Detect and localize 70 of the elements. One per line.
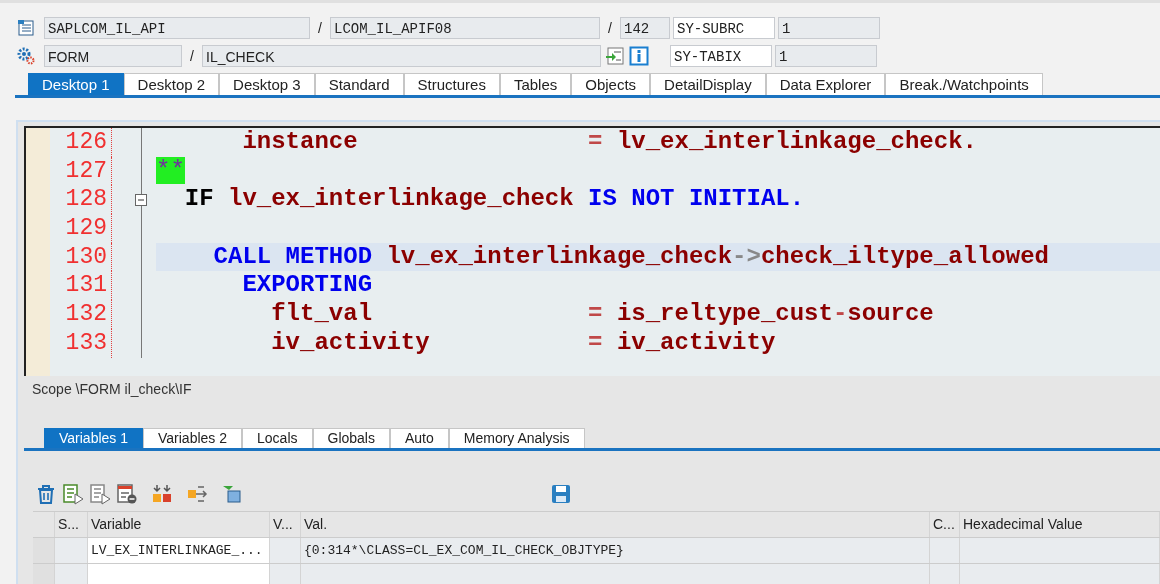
- code-token: iv_activity: [615, 328, 776, 356]
- gear-icon: [17, 47, 35, 65]
- sysfield-name[interactable]: SY-SUBRC: [673, 17, 775, 39]
- code-token: =: [587, 128, 603, 155]
- merge-icon[interactable]: [151, 483, 173, 505]
- code-token: lv_ex_interlinkage_check.: [615, 128, 977, 155]
- tab[interactable]: Break./Watchpoints: [885, 73, 1043, 95]
- column-header[interactable]: C...: [930, 512, 960, 537]
- scope-label: Scope \FORM il_check\IF: [31, 380, 193, 399]
- sysfield-value[interactable]: 1: [775, 45, 877, 67]
- code-token: =: [587, 300, 603, 328]
- tab[interactable]: DetailDisplay: [650, 73, 766, 95]
- tab[interactable]: Memory Analysis: [448, 428, 585, 448]
- event-type-field[interactable]: FORM: [44, 45, 182, 67]
- code-token: source: [847, 300, 934, 328]
- code-token: =: [587, 328, 603, 356]
- column-header[interactable]: S...: [55, 512, 88, 537]
- tab[interactable]: Standard: [314, 73, 404, 95]
- column-header[interactable]: V...: [270, 512, 301, 537]
- tab[interactable]: Data Explorer: [765, 73, 886, 95]
- code-token: instance: [241, 128, 358, 155]
- code-token: -: [832, 300, 848, 328]
- event-field[interactable]: IL_CHECK: [202, 45, 601, 67]
- code-token: iv_activity: [270, 328, 430, 356]
- column-header[interactable]: Variable: [88, 512, 270, 537]
- list-remove-icon[interactable]: [116, 483, 138, 505]
- code-token: **: [156, 156, 185, 184]
- code-token: IF: [183, 185, 214, 213]
- code-token: CALL METHOD: [212, 242, 373, 270]
- trash-icon[interactable]: [35, 483, 57, 505]
- tab[interactable]: Desktop 1: [28, 73, 124, 95]
- tab[interactable]: Variables 2: [143, 428, 243, 448]
- tab[interactable]: Structures: [403, 73, 500, 95]
- tab[interactable]: Desktop 2: [123, 73, 220, 95]
- code-token: lv_ex_interlinkage_check: [385, 242, 733, 270]
- line-field[interactable]: 142: [620, 17, 670, 39]
- code-token: is_reltype_cust: [615, 300, 833, 328]
- code-token: ->: [732, 242, 761, 270]
- tab[interactable]: Objects: [571, 73, 651, 95]
- table-cell[interactable]: [88, 564, 270, 584]
- info-icon[interactable]: [629, 46, 649, 66]
- save-icon[interactable]: [550, 483, 572, 505]
- separator: /: [607, 20, 613, 36]
- code-token: check_iltype_allowed: [760, 242, 1049, 270]
- tab[interactable]: Variables 1: [44, 428, 143, 448]
- tab[interactable]: Auto: [389, 428, 449, 448]
- table-cell[interactable]: LV_EX_INTERLINKAGE_...: [88, 538, 270, 563]
- include-field[interactable]: LCOM_IL_APIF08: [330, 17, 600, 39]
- separator: /: [317, 20, 323, 36]
- arrow-list-icon[interactable]: [605, 46, 625, 66]
- tab[interactable]: Globals: [312, 428, 390, 448]
- code-token: IS NOT INITIAL.: [587, 185, 805, 213]
- separator: /: [189, 48, 195, 64]
- sysfield-value[interactable]: 1: [778, 17, 880, 39]
- program-field[interactable]: SAPLCOM_IL_API: [44, 17, 310, 39]
- filter-icon[interactable]: [221, 483, 243, 505]
- column-header[interactable]: Val.: [301, 512, 930, 537]
- program-icon: [17, 19, 35, 37]
- collapse-icon[interactable]: [135, 193, 147, 206]
- code-token: EXPORTING: [241, 271, 373, 299]
- code-token: flt_val: [270, 300, 373, 328]
- export-icon[interactable]: [186, 483, 208, 505]
- tab[interactable]: Desktop 3: [219, 73, 315, 95]
- code-token: lv_ex_interlinkage_check: [227, 185, 574, 213]
- list-arrow-icon[interactable]: [89, 483, 111, 505]
- list-arrow-icon[interactable]: [62, 483, 84, 505]
- tab[interactable]: Locals: [242, 428, 313, 448]
- table-cell: {0:314*\CLASS=CL_EX_COM_IL_CHECK_OBJTYPE}: [301, 538, 930, 563]
- sysfield-name[interactable]: SY-TABIX: [670, 45, 772, 67]
- tab[interactable]: Tables: [499, 73, 572, 95]
